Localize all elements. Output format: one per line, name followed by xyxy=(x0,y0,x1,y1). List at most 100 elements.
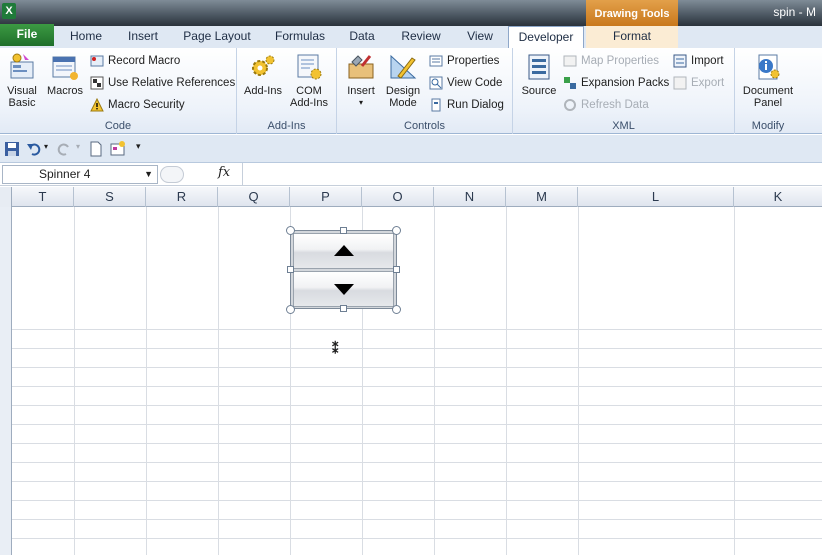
resize-handle[interactable] xyxy=(392,226,401,235)
column-header[interactable]: N xyxy=(434,187,506,207)
excel-icon[interactable]: X xyxy=(2,3,16,19)
formula-bar: Spinner 4 ▼ fx xyxy=(0,163,822,186)
design-mode-label: Design Mode xyxy=(385,85,421,109)
tab-home[interactable]: Home xyxy=(60,26,112,48)
group-code-label: Code xyxy=(104,120,132,132)
formula-input[interactable] xyxy=(242,163,822,186)
macros-label: Macros xyxy=(46,85,84,97)
insert-function-button[interactable]: fx xyxy=(218,165,230,180)
map-properties-button[interactable]: Map Properties xyxy=(563,52,659,70)
column-header[interactable]: S xyxy=(74,187,146,207)
tab-insert[interactable]: Insert xyxy=(117,26,169,48)
refresh-data-button[interactable]: Refresh Data xyxy=(563,96,649,114)
column-header[interactable]: P xyxy=(290,187,362,207)
tab-file[interactable]: File xyxy=(0,24,54,46)
undo-dropdown-icon[interactable]: ▾ xyxy=(44,142,48,151)
spinner-down-button[interactable] xyxy=(293,271,394,307)
toolbox-icon xyxy=(348,55,374,79)
resize-handle[interactable] xyxy=(286,226,295,235)
tab-formulas[interactable]: Formulas xyxy=(268,26,332,48)
resize-handle[interactable] xyxy=(287,266,294,273)
spinner-up-button[interactable] xyxy=(293,233,394,269)
group-addins-label: Add-Ins xyxy=(267,120,306,132)
form-icon[interactable] xyxy=(110,141,126,157)
group-xml-label: XML xyxy=(612,120,635,132)
tab-developer[interactable]: Developer xyxy=(508,26,584,49)
redo-dropdown-icon[interactable]: ▾ xyxy=(76,142,80,151)
resize-handle[interactable] xyxy=(340,227,347,234)
name-box-dropdown-icon[interactable]: ▼ xyxy=(144,166,153,183)
warning-icon xyxy=(90,97,104,112)
insert-control-label: Insert xyxy=(347,85,375,97)
addins-button[interactable]: Add-Ins xyxy=(243,52,283,97)
undo-icon[interactable] xyxy=(26,141,42,157)
macro-security-button[interactable]: Macro Security xyxy=(90,96,185,114)
group-addins: Add-Ins COM Add-Ins Add-Ins xyxy=(237,48,337,134)
tab-format[interactable]: Format xyxy=(586,26,678,48)
column-header[interactable]: Q xyxy=(218,187,290,207)
ribbon-tab-row: File Home Insert Page Layout Formulas Da… xyxy=(0,24,822,49)
run-dialog-button[interactable]: Run Dialog xyxy=(429,96,504,114)
resize-handle[interactable] xyxy=(393,266,400,273)
new-document-icon[interactable] xyxy=(88,141,104,157)
com-addins-label: COM Add-Ins xyxy=(290,85,328,109)
properties-button[interactable]: Properties xyxy=(429,52,499,70)
com-addins-button[interactable]: COM Add-Ins xyxy=(287,52,331,109)
export-icon xyxy=(673,76,687,90)
relative-references-button[interactable]: Use Relative References xyxy=(90,74,235,92)
resize-handle[interactable] xyxy=(286,305,295,314)
relative-references-label: Use Relative References xyxy=(108,77,236,89)
design-mode-button[interactable]: Design Mode xyxy=(383,52,423,109)
import-label: Import xyxy=(691,55,724,67)
tab-review[interactable]: Review xyxy=(394,26,448,48)
tab-page-layout[interactable]: Page Layout xyxy=(180,26,254,48)
tab-view[interactable]: View xyxy=(458,26,502,48)
expansion-packs-button[interactable]: Expansion Packs xyxy=(563,74,669,92)
view-code-label: View Code xyxy=(447,77,503,89)
view-code-button[interactable]: View Code xyxy=(429,74,502,92)
column-header[interactable]: R xyxy=(146,187,218,207)
name-box[interactable]: Spinner 4 ▼ xyxy=(2,165,158,184)
spinner-control[interactable] xyxy=(290,230,397,309)
worksheet-grid[interactable] xyxy=(0,207,822,555)
properties-label: Properties xyxy=(447,55,500,67)
save-icon[interactable] xyxy=(4,141,20,157)
document-panel-button[interactable]: Document Panel xyxy=(739,52,797,109)
column-header[interactable]: L xyxy=(578,187,734,207)
redo-icon[interactable] xyxy=(56,141,72,157)
column-header[interactable]: O xyxy=(362,187,434,207)
insert-control-button[interactable]: Insert ▾ xyxy=(343,52,379,109)
source-label: Source xyxy=(521,85,557,97)
group-controls: Insert ▾ Design Mode Properties View Cod… xyxy=(337,48,513,134)
select-all-corner[interactable] xyxy=(0,187,12,207)
formula-cancel-enter-buttons[interactable] xyxy=(160,166,184,183)
addins-label: Add-Ins xyxy=(244,85,282,97)
import-button[interactable]: Import xyxy=(673,52,724,70)
gear-icon xyxy=(252,55,275,76)
insert-dropdown-icon: ▾ xyxy=(358,98,363,107)
column-header[interactable]: K xyxy=(734,187,822,207)
export-button[interactable]: Export xyxy=(673,74,724,92)
row-header-gutter[interactable] xyxy=(0,207,12,555)
source-icon xyxy=(528,54,550,80)
drawing-tools-context-label: Drawing Tools xyxy=(586,0,678,26)
map-properties-icon xyxy=(563,55,577,67)
column-header[interactable]: T xyxy=(12,187,74,207)
visual-basic-button[interactable]: Visual Basic xyxy=(4,52,40,109)
column-header[interactable]: M xyxy=(506,187,578,207)
run-dialog-label: Run Dialog xyxy=(447,99,504,111)
resize-handle[interactable] xyxy=(340,305,347,312)
quick-access-toolbar: ▾ ▾ ▾ xyxy=(0,135,822,163)
resize-handle[interactable] xyxy=(392,305,401,314)
export-label: Export xyxy=(691,77,725,89)
record-macro-label: Record Macro xyxy=(108,55,181,67)
source-button[interactable]: Source xyxy=(519,52,559,97)
tab-data[interactable]: Data xyxy=(342,26,382,48)
macros-button[interactable]: Macros xyxy=(44,52,86,97)
customize-qat-icon[interactable]: ▾ xyxy=(136,141,141,152)
expansion-packs-icon xyxy=(564,76,576,89)
com-addins-icon xyxy=(297,54,322,80)
record-macro-button[interactable]: Record Macro xyxy=(90,52,180,70)
group-controls-label: Controls xyxy=(404,120,445,132)
group-modify: Document Panel Modify xyxy=(735,48,801,134)
